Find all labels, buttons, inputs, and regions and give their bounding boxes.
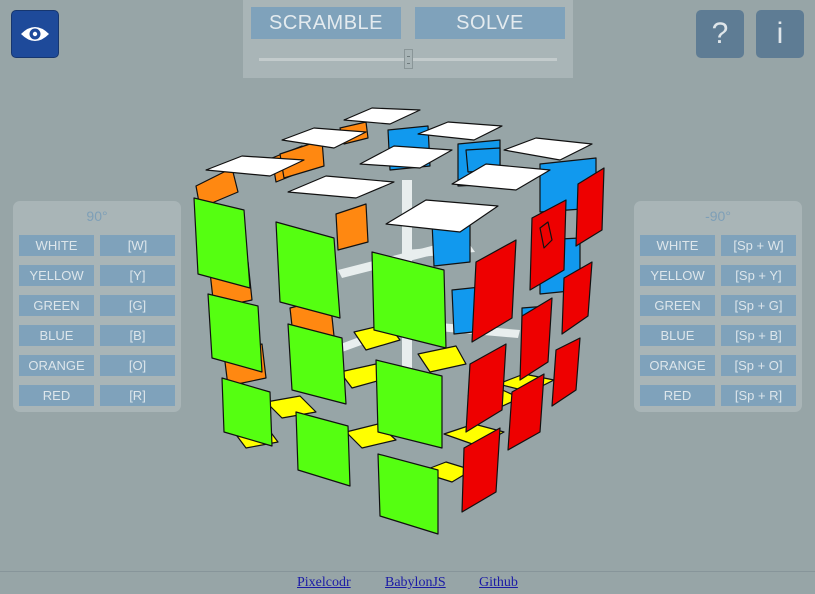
- rotate-yellow-button[interactable]: YELLOW: [19, 265, 94, 286]
- rotate-blue-button[interactable]: BLUE: [19, 325, 94, 346]
- eye-icon: [21, 27, 49, 41]
- rotate-back-blue-key[interactable]: [Sp + B]: [721, 325, 796, 346]
- rotate-green-key[interactable]: [G]: [100, 295, 175, 316]
- rotate-back-red-button[interactable]: RED: [640, 385, 715, 406]
- counterclockwise-panel-title: -90°: [705, 208, 731, 224]
- rotate-back-row-white: WHITE [Sp + W]: [640, 235, 796, 256]
- rotate-back-green-key[interactable]: [Sp + G]: [721, 295, 796, 316]
- rotate-orange-key[interactable]: [O]: [100, 355, 175, 376]
- rotate-green-button[interactable]: GREEN: [19, 295, 94, 316]
- clockwise-panel-title: 90°: [86, 208, 108, 224]
- rotate-orange-button[interactable]: ORANGE: [19, 355, 94, 376]
- cube-face-red: [461, 167, 605, 513]
- rotate-back-orange-key[interactable]: [Sp + O]: [721, 355, 796, 376]
- view-toggle-button[interactable]: [11, 10, 59, 58]
- solve-button[interactable]: SOLVE: [415, 7, 565, 39]
- rotate-white-key[interactable]: [W]: [100, 235, 175, 256]
- rotate-row-yellow: YELLOW [Y]: [19, 265, 175, 286]
- top-control-panel: SCRAMBLE SOLVE: [243, 0, 573, 78]
- rotate-back-orange-button[interactable]: ORANGE: [640, 355, 715, 376]
- rotate-back-blue-button[interactable]: BLUE: [640, 325, 715, 346]
- rotate-row-orange: ORANGE [O]: [19, 355, 175, 376]
- counterclockwise-panel: -90° WHITE [Sp + W] YELLOW [Sp + Y] GREE…: [634, 201, 802, 412]
- footer: Pixelcodr BabylonJS Github: [0, 571, 815, 594]
- rotate-red-button[interactable]: RED: [19, 385, 94, 406]
- cube-face-white: [205, 107, 593, 233]
- cube-viewport[interactable]: [186, 100, 616, 540]
- footer-link-babylonjs[interactable]: BabylonJS: [385, 575, 446, 591]
- speed-slider-thumb[interactable]: [403, 49, 413, 69]
- rotate-back-row-blue: BLUE [Sp + B]: [640, 325, 796, 346]
- info-button[interactable]: i: [756, 10, 804, 58]
- rotate-back-row-orange: ORANGE [Sp + O]: [640, 355, 796, 376]
- rotate-red-key[interactable]: [R]: [100, 385, 175, 406]
- rotate-blue-key[interactable]: [B]: [100, 325, 175, 346]
- scramble-button[interactable]: SCRAMBLE: [251, 7, 401, 39]
- rotate-row-blue: BLUE [B]: [19, 325, 175, 346]
- rotate-back-row-green: GREEN [Sp + G]: [640, 295, 796, 316]
- rotate-back-white-button[interactable]: WHITE: [640, 235, 715, 256]
- rotate-back-row-yellow: YELLOW [Sp + Y]: [640, 265, 796, 286]
- rotate-back-yellow-key[interactable]: [Sp + Y]: [721, 265, 796, 286]
- rotate-row-green: GREEN [G]: [19, 295, 175, 316]
- rotate-row-white: WHITE [W]: [19, 235, 175, 256]
- footer-link-github[interactable]: Github: [479, 575, 518, 591]
- rotate-back-red-key[interactable]: [Sp + R]: [721, 385, 796, 406]
- rotate-back-row-red: RED [Sp + R]: [640, 385, 796, 406]
- help-button[interactable]: ?: [696, 10, 744, 58]
- rotate-yellow-key[interactable]: [Y]: [100, 265, 175, 286]
- clockwise-panel: 90° WHITE [W] YELLOW [Y] GREEN [G] BLUE …: [13, 201, 181, 412]
- rotate-back-green-button[interactable]: GREEN: [640, 295, 715, 316]
- rotate-row-red: RED [R]: [19, 385, 175, 406]
- rotate-white-button[interactable]: WHITE: [19, 235, 94, 256]
- rotate-back-yellow-button[interactable]: YELLOW: [640, 265, 715, 286]
- footer-link-pixelcodr[interactable]: Pixelcodr: [297, 575, 351, 591]
- rotate-back-white-key[interactable]: [Sp + W]: [721, 235, 796, 256]
